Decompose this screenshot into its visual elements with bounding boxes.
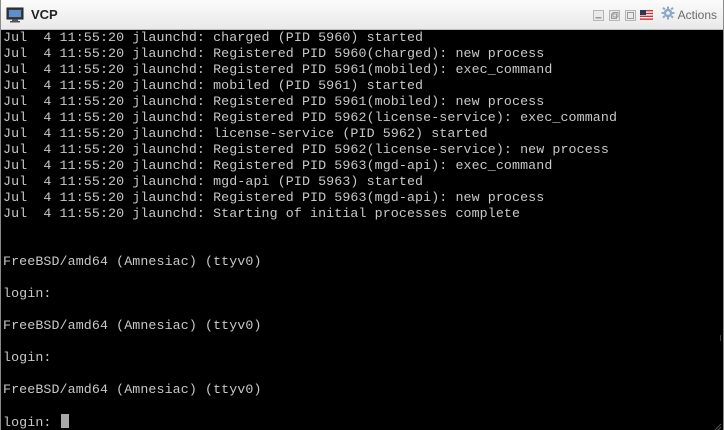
console-line: FreeBSD/amd64 (Amnesiac) (ttyv0) — [3, 254, 262, 269]
window-controls: Actions — [592, 0, 723, 30]
resize-grip-icon[interactable] — [712, 419, 722, 430]
console-line: Jul 4 11:55:20 jlaunchd: mobiled (PID 59… — [3, 78, 424, 93]
title-bar[interactable]: VCP Actions — [1, 0, 723, 30]
console-window: VCP Actions Jul 4 11:55:20 jlaunchd: cha… — [0, 0, 724, 430]
console-line: Jul 4 11:55:20 jlaunchd: Registered PID … — [3, 94, 545, 109]
us-flag-icon[interactable] — [639, 9, 653, 22]
console-line: Jul 4 11:55:20 jlaunchd: mgd-api (PID 59… — [3, 174, 424, 189]
login-prompt: login: — [3, 415, 60, 430]
console-line: FreeBSD/amd64 (Amnesiac) (ttyv0) — [3, 382, 262, 397]
console-line: Jul 4 11:55:20 jlaunchd: Starting of ini… — [3, 206, 521, 221]
actions-menu-button[interactable]: Actions — [661, 6, 717, 25]
console-line: login: — [3, 286, 52, 301]
console-line: Jul 4 11:55:20 jlaunchd: Registered PID … — [3, 110, 618, 125]
restore-icon[interactable] — [608, 9, 621, 22]
vmware-console-icon — [6, 7, 26, 23]
console-line: Jul 4 11:55:20 jlaunchd: Registered PID … — [3, 158, 553, 173]
console-line: Jul 4 11:55:20 jlaunchd: license-service… — [3, 126, 488, 141]
actions-label: Actions — [677, 8, 717, 22]
gear-icon — [661, 6, 675, 25]
console-line: Jul 4 11:55:20 jlaunchd: charged (PID 59… — [3, 30, 424, 45]
text-cursor — [60, 414, 69, 428]
window-title: VCP — [31, 7, 58, 22]
side-grip — [720, 335, 723, 341]
console-line: Jul 4 11:55:20 jlaunchd: Registered PID … — [3, 62, 553, 77]
console-line: Jul 4 11:55:20 jlaunchd: Registered PID … — [3, 190, 545, 205]
console-line: FreeBSD/amd64 (Amnesiac) (ttyv0) — [3, 318, 262, 333]
console-screen[interactable]: Jul 4 11:55:20 jlaunchd: charged (PID 59… — [3, 30, 723, 430]
maximize-icon[interactable] — [624, 9, 637, 22]
console-line: Jul 4 11:55:20 jlaunchd: Registered PID … — [3, 46, 545, 61]
minimize-icon[interactable] — [592, 9, 605, 22]
console-line: login: — [3, 414, 723, 430]
console-line: login: — [3, 350, 52, 365]
console-line: Jul 4 11:55:20 jlaunchd: Registered PID … — [3, 142, 609, 157]
